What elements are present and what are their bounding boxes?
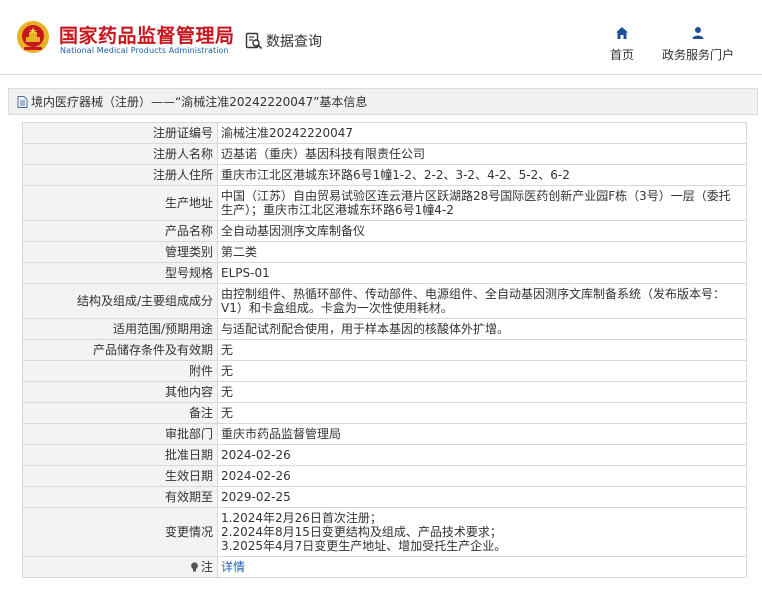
header-divider: [0, 74, 762, 75]
nav-home-label: 首页: [609, 48, 634, 62]
row-value: 无: [217, 339, 747, 361]
row-label: 型号规格: [22, 262, 218, 284]
device-info-table: 注册证编号 渝械注准20242220047 注册人名称 迈基诺（重庆）基因科技有限责…: [22, 122, 747, 578]
row-value: 无: [217, 360, 747, 382]
row-label: 管理类别: [22, 241, 218, 263]
table-row: 适用范围/预期用途 与适配试剂配合使用，用于样本基因的核酸体外扩增。: [22, 318, 747, 340]
data-query-link[interactable]: 数据查询: [245, 30, 322, 52]
row-label: 适用范围/预期用途: [22, 318, 218, 340]
row-value: 迈基诺（重庆）基因科技有限责任公司: [217, 143, 747, 165]
table-row: 生产地址 中国（江苏）自由贸易试验区连云港片区跃湖路28号国际医药创新产业园F栋（…: [22, 185, 747, 221]
site-logo-subtitle: National Medical Products Administration: [60, 46, 229, 55]
row-label: 注册人住所: [22, 164, 218, 186]
row-label: 产品储存条件及有效期: [22, 339, 218, 361]
table-row: 其他内容无: [22, 381, 747, 403]
national-emblem-icon: [17, 21, 49, 53]
row-value: 全自动基因测序文库制备仪: [217, 220, 747, 242]
table-row: 型号规格 ELPS-01: [22, 262, 747, 284]
site-logo-title[interactable]: 国家药品监督管理局: [59, 21, 235, 48]
row-label: 结构及组成/主要组成成分: [22, 283, 218, 319]
table-row: 管理类别 第二类: [22, 241, 747, 263]
table-row: 产品储存条件及有效期无: [22, 339, 747, 361]
row-value: 2024-02-26: [217, 444, 747, 466]
change-line: 2.2024年8月15日变更结构及组成、产品技术要求；: [221, 525, 502, 539]
row-label: 注册证编号: [22, 122, 218, 144]
nav-service-portal-label: 政务服务门户: [661, 48, 734, 62]
note-label: 注: [200, 560, 213, 574]
row-value: 无: [217, 381, 747, 403]
search-icon: [245, 32, 263, 50]
table-row: 注册人名称 迈基诺（重庆）基因科技有限责任公司: [22, 143, 747, 165]
table-row: 生效日期 2024-02-26: [22, 465, 747, 487]
changes-label: 变更情况: [22, 507, 218, 557]
row-label: 审批部门: [22, 423, 218, 445]
nav-home[interactable]: 首页: [604, 26, 640, 63]
nav-service-portal[interactable]: 政务服务门户: [656, 26, 740, 63]
row-value: 无: [217, 402, 747, 424]
user-icon: [692, 27, 704, 39]
document-icon: [17, 95, 28, 108]
page-title: 境内医疗器械（注册）——“渝械注准20242220047”基本信息: [31, 95, 368, 109]
row-value: 渝械注准20242220047: [217, 122, 747, 144]
row-value: ELPS-01: [217, 262, 747, 284]
row-label: 其他内容: [22, 381, 218, 403]
change-line: 3.2025年4月7日变更生产地址、增加受托生产企业。: [221, 539, 507, 553]
change-line: 1.2024年2月26日首次注册；: [221, 511, 382, 525]
table-row: 备注无: [22, 402, 747, 424]
changes-value: 1.2024年2月26日首次注册； 2.2024年8月15日变更结构及组成、产品…: [217, 507, 747, 557]
home-icon: [616, 27, 628, 39]
table-row: 产品名称 全自动基因测序文库制备仪: [22, 220, 747, 242]
row-value: 重庆市江北区港城东环路6号1幢1-2、2-2、3-2、4-2、5-2、6-2: [217, 164, 747, 186]
table-row-changes: 变更情况 1.2024年2月26日首次注册； 2.2024年8月15日变更结构及…: [22, 507, 747, 557]
table-row: 注册证编号 渝械注准20242220047: [22, 122, 747, 144]
row-label: 有效期至: [22, 486, 218, 508]
row-value: 与适配试剂配合使用，用于样本基因的核酸体外扩增。: [217, 318, 747, 340]
table-row: 注册人住所 重庆市江北区港城东环路6号1幢1-2、2-2、3-2、4-2、5-2、…: [22, 164, 747, 186]
details-link[interactable]: 详情: [221, 560, 245, 574]
row-value: 中国（江苏）自由贸易试验区连云港片区跃湖路28号国际医药创新产业园F栋（3号）一…: [217, 185, 747, 221]
row-label: 附件: [22, 360, 218, 382]
row-label: 产品名称: [22, 220, 218, 242]
row-label: 注册人名称: [22, 143, 218, 165]
row-value: 由控制组件、热循环部件、传动部件、电源组件、全自动基因测序文库制备系统（发布版本…: [217, 283, 747, 319]
table-row: 附件无: [22, 360, 747, 382]
row-value: 2024-02-26: [217, 465, 747, 487]
row-label: 批准日期: [22, 444, 218, 466]
device-info-body: 注册证编号 渝械注准20242220047 注册人名称 迈基诺（重庆）基因科技有限责…: [22, 122, 747, 578]
table-row: 批准日期 2024-02-26: [22, 444, 747, 466]
row-value: 重庆市药品监督管理局: [217, 423, 747, 445]
lightbulb-icon: [191, 562, 198, 572]
page-title-bar: 境内医疗器械（注册）——“渝械注准20242220047”基本信息: [8, 88, 758, 115]
table-row-note: 注 详情: [22, 556, 747, 578]
row-label: 备注: [22, 402, 218, 424]
row-value: 2029-02-25: [217, 486, 747, 508]
row-value: 第二类: [217, 241, 747, 263]
note-label-cell: 注: [22, 556, 218, 578]
row-label: 生效日期: [22, 465, 218, 487]
data-query-label: 数据查询: [266, 34, 322, 50]
table-row: 审批部门 重庆市药品监督管理局: [22, 423, 747, 445]
table-row: 有效期至 2029-02-25: [22, 486, 747, 508]
row-label: 生产地址: [22, 185, 218, 221]
table-row: 结构及组成/主要组成成分 由控制组件、热循环部件、传动部件、电源组件、全自动基因测…: [22, 283, 747, 319]
site-header: 国家药品监督管理局 National Medical Products Admi…: [0, 0, 762, 76]
note-value: 详情: [217, 556, 747, 578]
